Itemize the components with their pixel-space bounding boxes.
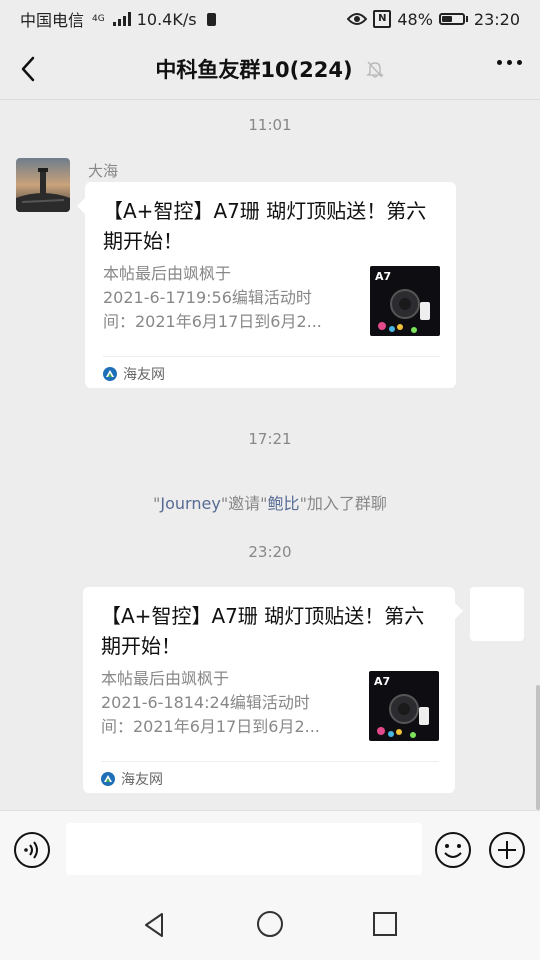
network-type-label: 4G [92, 13, 105, 24]
input-bar [0, 810, 540, 890]
card-source-name: 海友网 [121, 772, 163, 788]
link-card-message[interactable]: 【A+智控】A7珊 瑚灯顶贴送！第六期开始！ 本帖最后由飒枫于 2021-6-1… [77, 182, 456, 391]
timestamp: 17:21 [248, 430, 292, 448]
sim-card-icon [206, 12, 216, 26]
system-navigation-bar [0, 890, 540, 960]
emoji-icon[interactable] [434, 831, 472, 869]
network-speed: 10.4K/s [136, 9, 197, 29]
message-input[interactable] [66, 823, 422, 875]
source-app-icon [103, 367, 117, 381]
system-message: "Journey"邀请"鲍比"加入了群聊 [0, 490, 540, 514]
card-description: 本帖最后由飒枫于 2021-6-1814:24编辑活动时 间：2021年6月17… [101, 669, 320, 736]
battery-percent: 48% [397, 9, 433, 29]
card-thumbnail: A7 [370, 266, 440, 336]
card-body: 本帖最后由飒枫于 2021-6-1814:24编辑活动时 间：2021年6月17… [101, 667, 439, 755]
network-type-badge: 4G [92, 13, 105, 24]
avatar[interactable] [16, 158, 70, 212]
invitee-link[interactable]: 鲍比 [268, 494, 300, 513]
nav-home-icon[interactable] [256, 910, 284, 938]
card-source-name: 海友网 [123, 367, 165, 383]
signal-icon [112, 12, 131, 26]
status-bar-left: 中国电信 4G 10.4K/s [20, 7, 216, 31]
chat-title: 中科鱼友群10(224) [155, 57, 353, 82]
card-description: 本帖最后由飒枫于 2021-6-1719:56编辑活动时 间：2021年6月17… [103, 264, 322, 331]
thumbnail-label: A7 [375, 270, 391, 283]
chat-header: 中科鱼友群10(224) [0, 38, 540, 100]
more-options-icon[interactable] [497, 60, 522, 65]
card-body: 本帖最后由飒枫于 2021-6-1719:56编辑活动时 间：2021年6月17… [103, 262, 440, 350]
nfc-icon: N [373, 10, 392, 28]
inviter-link[interactable]: Journey [160, 494, 220, 513]
nav-back-icon[interactable] [140, 910, 170, 940]
back-icon[interactable] [14, 53, 44, 85]
add-more-icon[interactable] [488, 831, 526, 869]
source-app-icon [101, 772, 115, 786]
card-title: 【A+智控】A7珊 瑚灯顶贴送！第六期开始！ [103, 199, 427, 253]
battery-icon [438, 13, 468, 25]
thumbnail-label: A7 [374, 675, 390, 688]
card-source: 海友网 [103, 356, 440, 391]
mute-notification-icon [365, 60, 384, 78]
scrollbar[interactable] [536, 685, 540, 810]
lighthouse-avatar-image [16, 158, 70, 212]
status-bar: 中国电信 4G 10.4K/s N 48% 23:20 [0, 0, 540, 38]
status-bar-right: N 48% 23:20 [347, 10, 520, 29]
nav-recent-apps-icon[interactable] [372, 911, 398, 937]
carrier-label: 中国电信 [20, 11, 85, 30]
link-card-message[interactable]: 【A+智控】A7珊 瑚灯顶贴送！第六期开始！ 本帖最后由飒枫于 2021-6-1… [83, 587, 463, 796]
card-title: 【A+智控】A7珊 瑚灯顶贴送！第六期开始！ [101, 604, 425, 658]
voice-input-icon[interactable] [13, 831, 51, 869]
eye-comfort-icon [347, 13, 368, 25]
timestamp: 11:01 [248, 116, 292, 134]
my-avatar[interactable] [470, 587, 524, 641]
clock: 23:20 [473, 9, 520, 29]
product-thumbnail-image: A7 [369, 671, 439, 741]
sender-name: 大海 [88, 162, 119, 180]
card-thumbnail: A7 [369, 671, 439, 741]
chat-message-list[interactable]: 11:01 大海 【A+智控】A7珊 瑚灯顶贴送！第六期开始！ 本帖最后由飒枫于… [0, 100, 540, 810]
system-message-text: "邀请" [220, 494, 268, 513]
product-thumbnail-image: A7 [370, 266, 440, 336]
card-source: 海友网 [101, 761, 439, 796]
timestamp: 23:20 [248, 543, 292, 561]
system-message-text: "加入了群聊 [299, 494, 387, 513]
